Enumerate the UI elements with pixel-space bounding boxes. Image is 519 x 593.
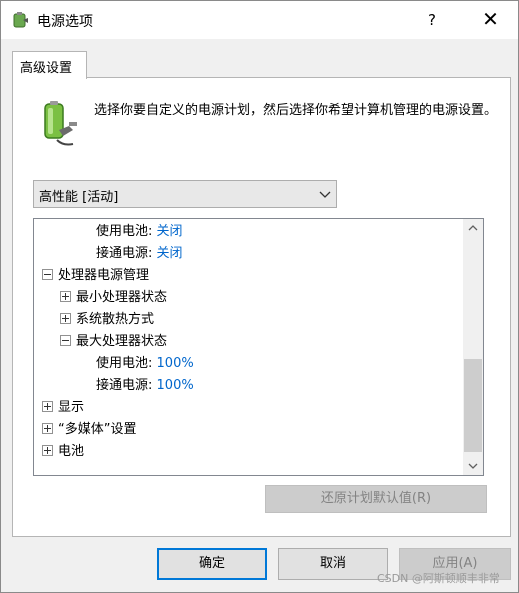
- scroll-down-icon[interactable]: [463, 457, 483, 475]
- setting-value-link[interactable]: 关闭: [157, 246, 183, 261]
- expand-icon[interactable]: [42, 401, 53, 412]
- expand-icon[interactable]: [60, 291, 71, 302]
- tree-row[interactable]: 使用电池: 关闭: [96, 221, 183, 243]
- watermark-text: CSDN @阿斯顿顺丰非常: [377, 572, 500, 585]
- tree-row[interactable]: 系统散热方式: [60, 309, 154, 331]
- plan-dropdown[interactable]: 高性能 [活动]: [33, 180, 337, 208]
- power-options-icon: [13, 12, 28, 28]
- ok-button[interactable]: 确定: [157, 548, 267, 580]
- close-button[interactable]: ✕: [463, 1, 518, 39]
- restore-defaults-button[interactable]: 还原计划默认值(R): [265, 485, 487, 513]
- expand-icon[interactable]: [42, 423, 53, 434]
- tree-row[interactable]: 最小处理器状态: [60, 287, 167, 309]
- setting-value-link[interactable]: 关闭: [157, 224, 183, 239]
- setting-value-link[interactable]: 100%: [157, 378, 194, 393]
- tree-node-label: 处理器电源管理: [58, 268, 150, 283]
- description-text: 选择你要自定义的电源计划，然后选择你希望计算机管理的电源设置。: [94, 103, 498, 118]
- tree-node-label: 显示: [58, 400, 85, 415]
- tree-row[interactable]: 接通电源: 关闭: [96, 243, 183, 265]
- tree-row[interactable]: 显示: [42, 397, 84, 419]
- cancel-button[interactable]: 取消: [278, 548, 388, 580]
- chevron-down-icon: [319, 191, 331, 198]
- title-bar: 电源选项 ? ✕: [1, 1, 518, 39]
- help-button[interactable]: ?: [409, 1, 455, 39]
- power-options-dialog: 电源选项 ? ✕ 高级设置 选择你要自定义的电源计划，然后选择你希望计算机管理的…: [0, 0, 519, 593]
- window-title: 电源选项: [37, 14, 93, 30]
- scroll-up-icon[interactable]: [463, 219, 483, 237]
- vertical-scrollbar[interactable]: [463, 219, 483, 475]
- collapse-icon[interactable]: [42, 269, 53, 280]
- expand-icon[interactable]: [42, 445, 53, 456]
- scrollbar-thumb[interactable]: [464, 359, 482, 452]
- tree-row[interactable]: 处理器电源管理: [42, 265, 149, 287]
- setting-label: 接通电源:: [96, 246, 153, 261]
- collapse-icon[interactable]: [60, 335, 71, 346]
- plan-dropdown-value: 高性能 [活动]: [39, 190, 119, 205]
- setting-value-link[interactable]: 100%: [157, 356, 194, 371]
- setting-label: 使用电池:: [96, 224, 153, 239]
- tree-row[interactable]: 电池: [42, 441, 84, 463]
- tree-node-label: 电池: [58, 444, 85, 459]
- battery-plug-icon: [44, 101, 77, 146]
- setting-label: 使用电池:: [96, 356, 153, 371]
- tree-row[interactable]: “多媒体”设置: [42, 419, 136, 441]
- tree-node-label: 最大处理器状态: [76, 334, 168, 349]
- tree-row[interactable]: 使用电池: 100%: [96, 353, 194, 375]
- tree-row[interactable]: 最大处理器状态: [60, 331, 167, 353]
- tab-label: 高级设置: [20, 61, 73, 76]
- tree-row[interactable]: 接通电源: 100%: [96, 375, 194, 397]
- tree-node-label: 系统散热方式: [76, 312, 155, 327]
- tree-node-label: 最小处理器状态: [76, 290, 168, 305]
- settings-tree[interactable]: 使用电池: 关闭 接通电源: 关闭 处理器电源管理 最小处理器状态 系统散热方式…: [33, 218, 484, 476]
- expand-icon[interactable]: [60, 313, 71, 324]
- tree-node-label: “多媒体”设置: [58, 422, 137, 437]
- setting-label: 接通电源:: [96, 378, 153, 393]
- settings-panel: 选择你要自定义的电源计划，然后选择你希望计算机管理的电源设置。 高性能 [活动]…: [12, 77, 511, 537]
- tab-advanced-settings[interactable]: 高级设置: [12, 51, 87, 79]
